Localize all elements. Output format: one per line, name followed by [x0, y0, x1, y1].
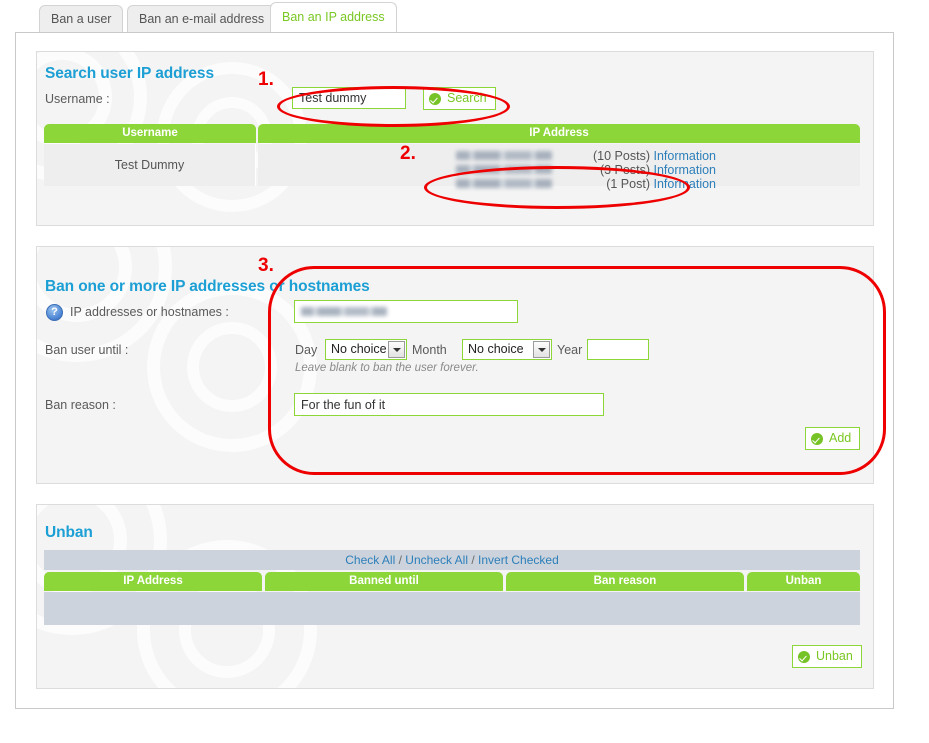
help-icon-glyph: ?: [51, 306, 58, 318]
posts-count-3: (1 Post): [606, 177, 650, 191]
month-label: Month: [412, 343, 447, 357]
invert-checked-link[interactable]: Invert Checked: [478, 553, 559, 567]
table-header-unban: Unban: [747, 572, 860, 591]
separator-1: /: [398, 553, 402, 567]
table-row: Test Dummy: [44, 144, 256, 186]
page-container: Search user IP address Username : Search…: [15, 32, 894, 709]
ban-until-label: Ban user until :: [45, 343, 129, 357]
annotation-number-3: 3.: [258, 255, 274, 276]
check-circle-icon: [798, 651, 810, 663]
list-item: (1 Post) Information: [456, 177, 716, 191]
chevron-down-icon[interactable]: [533, 341, 550, 358]
search-button[interactable]: Search: [423, 87, 496, 110]
day-select-value: No choice: [331, 342, 387, 356]
help-question-icon[interactable]: ?: [46, 304, 63, 321]
tab-ban-an-ip-address[interactable]: Ban an IP address: [270, 2, 397, 32]
table-header-ip-address: IP Address: [258, 124, 860, 143]
month-select[interactable]: No choice: [462, 339, 552, 360]
tab-bar: Ban a user Ban an e-mail address Ban an …: [0, 0, 929, 33]
month-select-value: No choice: [468, 342, 524, 356]
search-button-label: Search: [447, 91, 487, 105]
information-link-3[interactable]: Information: [653, 177, 716, 191]
unban-section-title: Unban: [45, 524, 93, 541]
ban-reason-input[interactable]: [294, 393, 604, 416]
tab-ban-an-email-address[interactable]: Ban an e-mail address: [127, 5, 277, 32]
add-button-label: Add: [829, 431, 852, 445]
unban-button-label: Unban: [816, 649, 853, 663]
cell-username: Test Dummy: [114, 158, 185, 172]
ban-ip-panel: Ban one or more IP addresses or hostname…: [36, 246, 874, 484]
table-cell-ip-address: (10 Posts) Information (3 Posts) Informa…: [258, 144, 860, 191]
information-link-2[interactable]: Information: [653, 163, 716, 177]
search-username-input[interactable]: [292, 87, 406, 109]
redacted-ip-3: [456, 179, 552, 188]
table-header-username: Username: [44, 124, 256, 143]
annotation-number-1: 1.: [258, 69, 274, 90]
ban-section-title: Ban one or more IP addresses or hostname…: [45, 278, 370, 295]
search-user-ip-panel: Search user IP address Username : Search…: [36, 51, 874, 226]
page-root: Ban a user Ban an e-mail address Ban an …: [0, 0, 929, 743]
redacted-ip-2: [456, 165, 552, 174]
ban-reason-label: Ban reason :: [45, 398, 116, 412]
day-label: Day: [295, 343, 318, 357]
year-label: Year: [557, 343, 583, 357]
add-ban-button[interactable]: Add: [805, 427, 861, 450]
unban-panel: Unban Check All / Uncheck All / Invert C…: [36, 504, 874, 689]
separator-2: /: [471, 553, 475, 567]
ip-addresses-label: IP addresses or hostnames :: [70, 305, 229, 319]
list-item: (3 Posts) Information: [456, 163, 716, 177]
tab-ban-a-user[interactable]: Ban a user: [39, 5, 124, 32]
day-select[interactable]: No choice: [325, 339, 407, 360]
search-section-title: Search user IP address: [45, 65, 214, 82]
table-header-ban-reason: Ban reason: [506, 572, 744, 591]
unban-table-empty-row: [44, 592, 860, 625]
check-circle-icon: [811, 433, 823, 445]
posts-count-2: (3 Posts): [599, 163, 650, 177]
username-label: Username :: [45, 92, 110, 106]
table-header-ip-address: IP Address: [44, 572, 262, 591]
uncheck-all-link[interactable]: Uncheck All: [405, 553, 468, 567]
ip-addresses-input-wrap: [294, 300, 518, 323]
unban-check-tools: Check All / Uncheck All / Invert Checked: [44, 550, 860, 570]
list-item: (10 Posts) Information: [456, 149, 716, 163]
year-input[interactable]: [587, 339, 649, 360]
annotation-number-2: 2.: [400, 143, 416, 164]
redacted-ip-input-value: [301, 307, 387, 316]
search-results-table: Username IP Address Test Dummy (10 Posts…: [44, 124, 860, 191]
information-link-1[interactable]: Information: [653, 149, 716, 163]
check-all-link[interactable]: Check All: [345, 553, 395, 567]
unban-table: IP Address Banned until Ban reason Unban: [44, 572, 860, 626]
posts-count-1: (10 Posts): [593, 149, 650, 163]
redacted-ip-1: [456, 151, 552, 160]
unban-button[interactable]: Unban: [792, 645, 862, 668]
chevron-down-icon[interactable]: [388, 341, 405, 358]
table-header-banned-until: Banned until: [265, 572, 503, 591]
check-circle-icon: [429, 93, 441, 105]
ip-address-list: (10 Posts) Information (3 Posts) Informa…: [456, 149, 716, 191]
ban-forever-hint: Leave blank to ban the user forever.: [295, 362, 479, 374]
